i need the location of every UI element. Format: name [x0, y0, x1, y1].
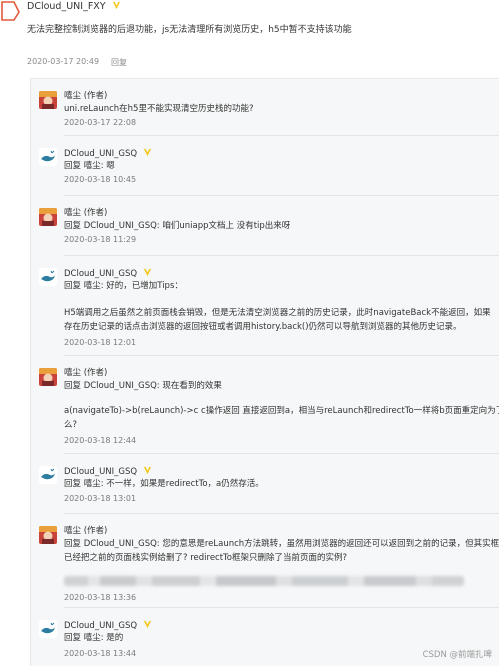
reply-item: 嘻尘 (作者) 回复 DCloud_UNI_GSQ: 现在看到的效果 a(nav…	[31, 360, 499, 460]
divider	[64, 255, 499, 256]
whale-avatar[interactable]	[39, 620, 57, 638]
divider	[64, 513, 499, 514]
comment-time: 2020-03-17 20:49	[27, 57, 100, 66]
reply-button[interactable]: 回复	[111, 57, 127, 68]
comment-bracket-icon	[0, 0, 20, 22]
comment-text: 无法完整控制浏览器的后退功能，js无法清理所有浏览历史，h5中暂不支持该功能	[27, 25, 352, 35]
reply-author[interactable]: 嘻尘 (作者)	[64, 368, 107, 379]
reply-text: 回复 嘻尘: 嗯	[64, 161, 115, 171]
reply-time: 2020-03-18 11:29	[64, 235, 137, 244]
reply-item: 嘻尘 (作者) 回复 DCloud_UNI_GSQ: 咱们uniapp文档上 没…	[31, 200, 499, 248]
reply-text: 回复 DCloud_UNI_GSQ: 现在看到的效果	[64, 381, 222, 391]
vip-badge-icon	[112, 1, 120, 10]
reply-time: 2020-03-17 22:08	[64, 118, 137, 127]
reply-text: 么?	[64, 420, 78, 430]
vip-badge-icon	[143, 148, 151, 157]
reply-text: uni.reLaunch在h5里不能实现清空历史栈的功能?	[64, 104, 254, 114]
reply-text: a(navigateTo)->b(reLaunch)->c c操作返回 直接返回…	[64, 406, 499, 416]
author-avatar[interactable]	[39, 368, 57, 386]
reply-text: 存在历史记录的话点击浏览器的返回按钮或者调用history.back()仍然可以…	[64, 322, 462, 332]
divider	[64, 135, 499, 136]
reply-author[interactable]: 嘻尘 (作者)	[64, 91, 107, 102]
whale-avatar[interactable]	[39, 466, 57, 484]
reply-item: 嘻尘 (作者) 回复 DCloud_UNI_GSQ: 您的意思是reLaunch…	[31, 518, 499, 603]
vip-badge-icon	[143, 466, 151, 475]
reply-time: 2020-03-18 12:44	[64, 436, 137, 445]
reply-time: 2020-03-18 12:01	[64, 338, 137, 347]
reply-thread: 嘻尘 (作者) uni.reLaunch在h5里不能实现清空历史栈的功能? 20…	[30, 78, 499, 666]
reply-text: 回复 嘻尘: 不一样，如果是redirectTo，a仍然存活。	[64, 479, 264, 489]
reply-text: 回复 嘻尘: 是的	[64, 633, 124, 643]
reply-author[interactable]: 嘻尘 (作者)	[64, 526, 107, 537]
reply-time: 2020-03-18 13:01	[64, 494, 137, 503]
author-avatar[interactable]	[39, 208, 57, 226]
vip-badge-icon	[143, 620, 151, 629]
reply-text: 回复 DCloud_UNI_GSQ: 咱们uniapp文档上 没有tip出来呀	[64, 221, 291, 231]
reply-text: 回复 DCloud_UNI_GSQ: 您的意思是reLaunch方法跳转，虽然用…	[64, 539, 499, 549]
reply-author[interactable]: 嘻尘 (作者)	[64, 208, 107, 219]
divider	[64, 607, 499, 608]
comment-author[interactable]: DCloud_UNI_FXY	[27, 0, 121, 13]
reply-item: DCloud_UNI_GSQ 回复 嘻尘: 不一样，如果是redirectTo，…	[31, 458, 499, 508]
divider	[64, 453, 499, 454]
blurred-text	[64, 576, 464, 586]
author-avatar[interactable]	[39, 91, 57, 109]
reply-item: 嘻尘 (作者) uni.reLaunch在h5里不能实现清空历史栈的功能? 20…	[31, 83, 499, 131]
whale-avatar[interactable]	[39, 268, 57, 286]
reply-item: DCloud_UNI_GSQ 回复 嘻尘: 嗯 2020-03-18 10:45	[31, 140, 499, 188]
author-avatar[interactable]	[39, 526, 57, 544]
reply-item: DCloud_UNI_GSQ 回复 嘻尘: 好的，已增加Tips： H5端调用之…	[31, 260, 499, 360]
reply-text: 回复 嘻尘: 好的，已增加Tips：	[64, 281, 183, 291]
reply-time: 2020-03-18 13:44	[64, 649, 137, 658]
reply-text: H5端调用之后虽然之前页面栈会销毁，但是无法清空浏览器之前的历史记录，此时nav…	[64, 308, 491, 318]
reply-time: 2020-03-18 13:36	[64, 593, 137, 602]
vip-badge-icon	[143, 268, 151, 277]
reply-text: 已经把之前的页面栈实例给删了? redirectTo框架只删除了当前页面的实例?	[64, 553, 348, 563]
divider	[64, 355, 499, 356]
reply-time: 2020-03-18 10:45	[64, 175, 137, 184]
whale-avatar[interactable]	[39, 148, 57, 166]
watermark: CSDN @前端扎啤	[422, 650, 492, 660]
divider	[64, 195, 499, 196]
